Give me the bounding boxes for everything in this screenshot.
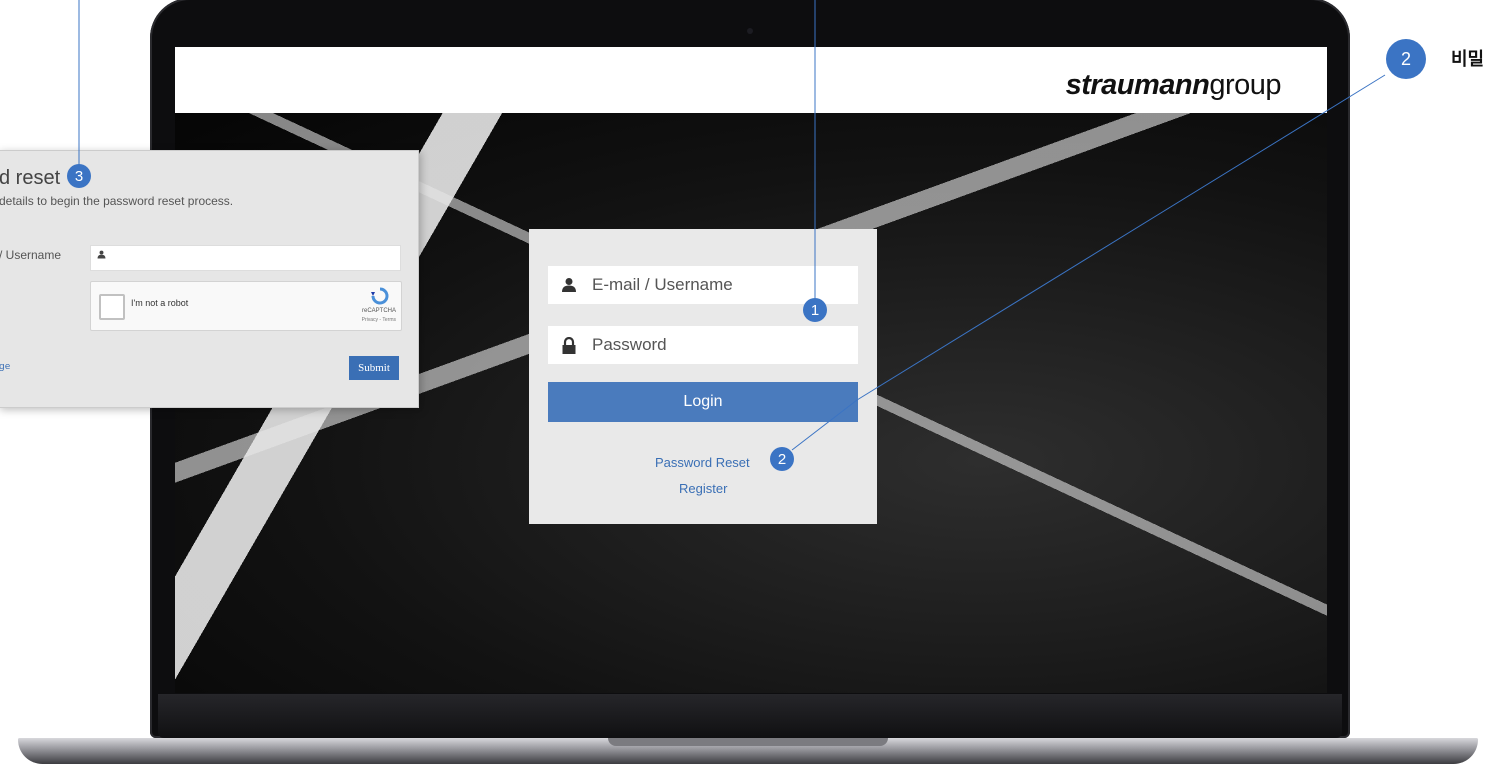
recaptcha-widget: I'm not a robot reCAPTCHA Privacy - Term… — [90, 281, 402, 331]
callout-badge-2: 2 — [770, 447, 794, 471]
reset-subtitle: details to begin the password reset proc… — [0, 194, 234, 208]
callout-badge-1: 1 — [803, 298, 827, 322]
password-placeholder: Password — [592, 335, 667, 354]
recaptcha-brand: reCAPTCHA — [361, 308, 396, 314]
laptop-notch — [608, 738, 888, 746]
reset-back-link[interactable]: ge — [0, 362, 10, 372]
callout-note-text: 비밀 — [1451, 49, 1485, 70]
password-reset-inset: d reset details to begin the password re… — [0, 150, 419, 408]
laptop-chin — [158, 694, 1342, 738]
lock-icon — [560, 336, 578, 354]
login-button[interactable]: Login — [548, 382, 858, 422]
user-icon — [560, 277, 578, 293]
recaptcha-checkbox[interactable] — [99, 294, 125, 320]
straumann-group-logo: straumanngroup — [1065, 69, 1282, 101]
laptop-camera — [747, 28, 753, 34]
user-icon — [97, 249, 106, 262]
recaptcha-label: I'm not a robot — [131, 298, 189, 308]
password-field[interactable]: Password — [548, 326, 858, 364]
register-link[interactable]: Register — [679, 481, 727, 496]
login-panel: E-mail / Username Password Login Passwor… — [529, 229, 877, 524]
recaptcha-logo-icon — [369, 287, 391, 305]
password-reset-link[interactable]: Password Reset — [655, 455, 750, 470]
email-placeholder: E-mail / Username — [592, 275, 733, 294]
reset-username-input[interactable] — [90, 245, 401, 271]
reset-title: d reset — [0, 167, 61, 189]
callout-badge-2-note: 2 — [1386, 39, 1426, 79]
reset-field-label: / Username — [0, 248, 62, 262]
reset-submit-button[interactable]: Submit — [349, 356, 399, 380]
callout-badge-3: 3 — [67, 164, 91, 188]
recaptcha-privacy-terms[interactable]: Privacy - Terms — [362, 317, 396, 323]
site-header: straumanngroup — [175, 47, 1327, 113]
